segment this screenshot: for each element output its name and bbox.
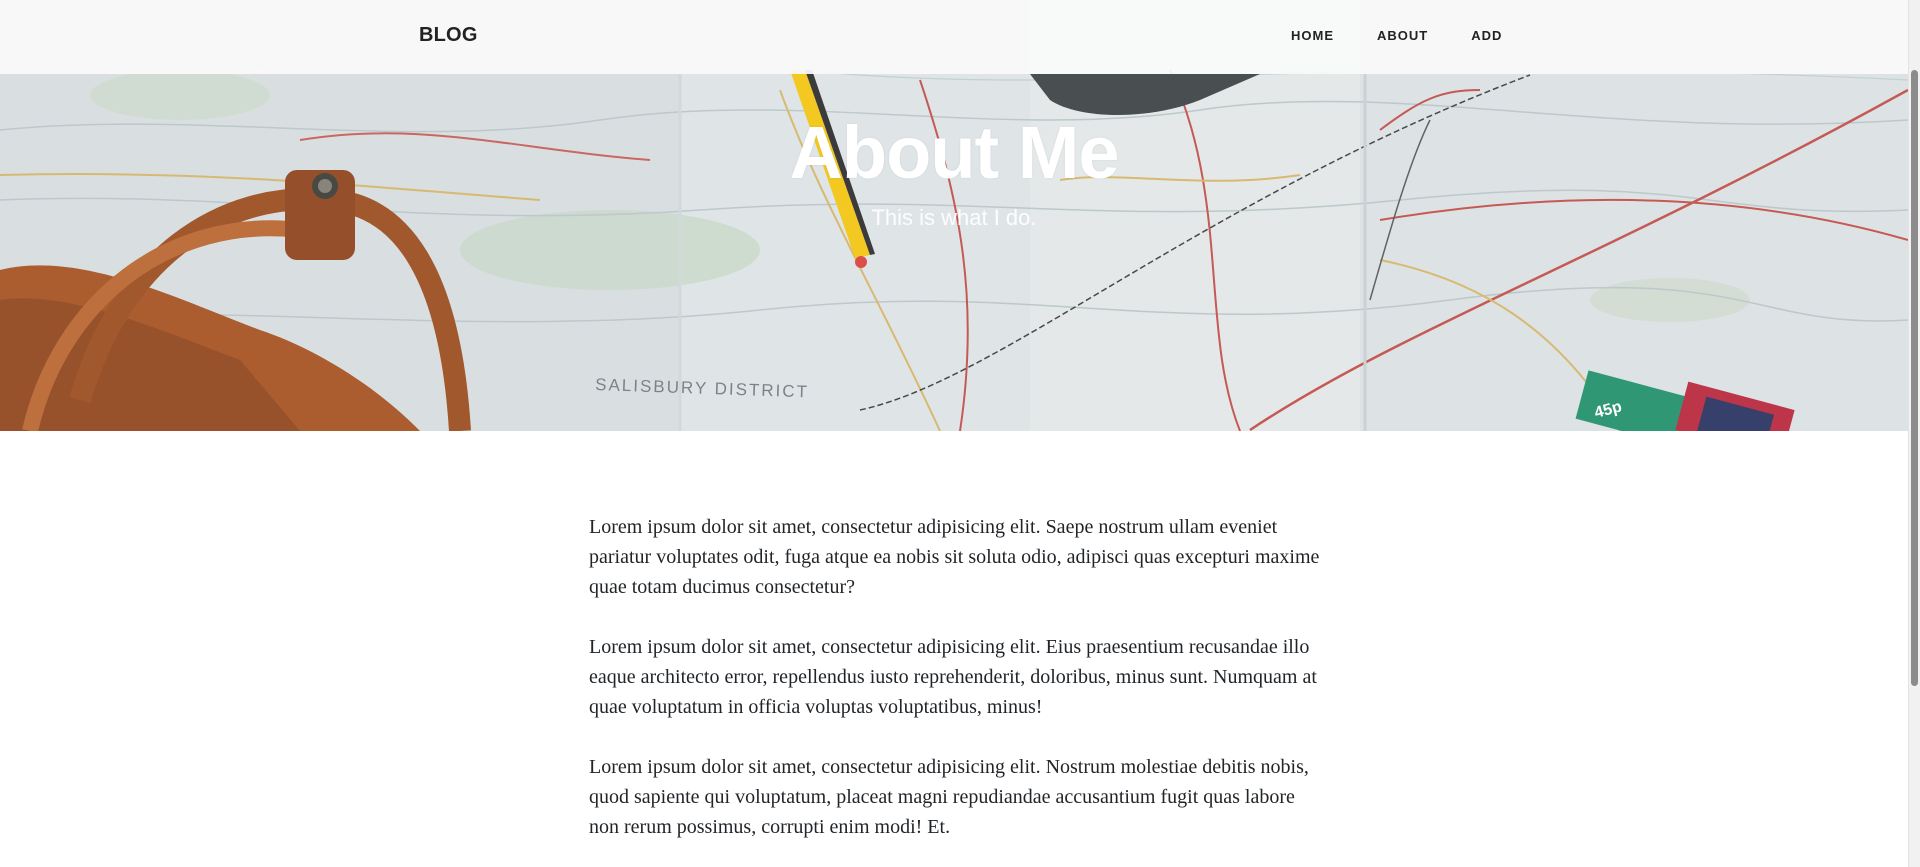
nav-link-add[interactable]: ADD xyxy=(1471,28,1502,43)
navbar: BLOG HOME ABOUT ADD xyxy=(0,0,1908,74)
nav-link-home[interactable]: HOME xyxy=(1291,28,1334,43)
content-paragraph: Lorem ipsum dolor sit amet, consectetur … xyxy=(589,756,1309,838)
main-content: Lorem ipsum dolor sit amet, consectetur … xyxy=(589,512,1329,867)
page-heading: About Me xyxy=(789,111,1119,194)
page-subheading: This is what I do. xyxy=(871,205,1037,230)
brand-link[interactable]: BLOG xyxy=(419,24,478,47)
scrollbar-thumb[interactable] xyxy=(1911,70,1918,686)
nav-link-about[interactable]: ABOUT xyxy=(1377,28,1428,43)
scrollbar[interactable] xyxy=(1908,0,1920,867)
content-paragraph: Lorem ipsum dolor sit amet, consectetur … xyxy=(589,516,1320,598)
page: SALISBURY DISTRICT 45p About Me This is … xyxy=(0,0,1920,867)
nav-links: HOME ABOUT ADD xyxy=(1291,28,1545,43)
content-paragraph: Lorem ipsum dolor sit amet, consectetur … xyxy=(589,636,1317,718)
